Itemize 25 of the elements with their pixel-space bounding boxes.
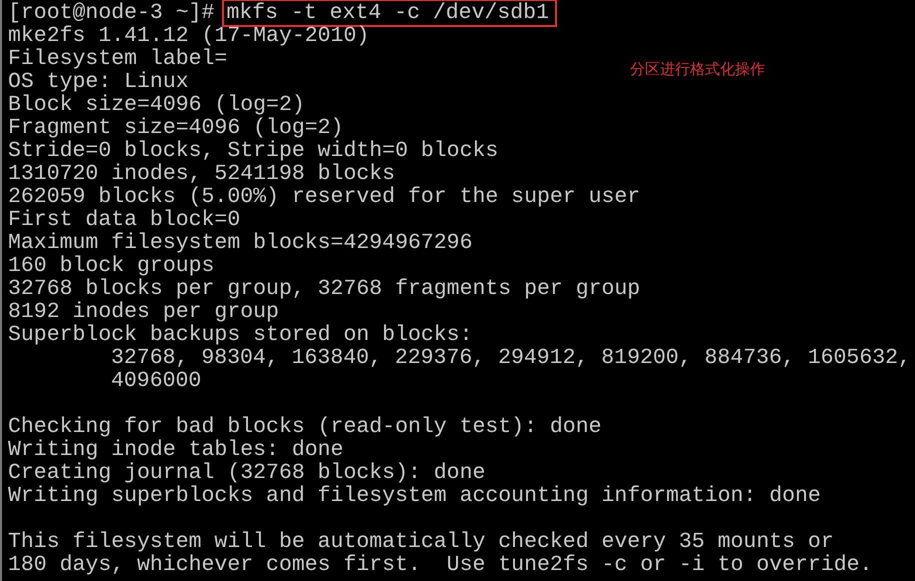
output-line: Writing superblocks and filesystem accounting information: done bbox=[8, 484, 821, 508]
output-line: 8192 inodes per group bbox=[8, 300, 279, 324]
output-line: First data block=0 bbox=[8, 208, 240, 232]
output-line: 262059 blocks (5.00%) reserved for the super user bbox=[8, 185, 640, 209]
output-line: Stride=0 blocks, Stripe width=0 blocks bbox=[8, 139, 498, 163]
output-line: Superblock backups stored on blocks: bbox=[8, 323, 472, 347]
output-line: OS type: Linux bbox=[8, 70, 189, 94]
output-line: 1310720 inodes, 5241198 blocks bbox=[8, 162, 396, 186]
shell-prompt: [root@node-3 ~]# bbox=[8, 1, 214, 25]
output-line: Creating journal (32768 blocks): done bbox=[8, 461, 486, 485]
output-line: Fragment size=4096 (log=2) bbox=[8, 116, 344, 140]
output-line: Filesystem label= bbox=[8, 47, 228, 71]
highlighted-command: mkfs -t ext4 -c /dev/sdb1 bbox=[222, 0, 557, 27]
output-line: Writing inode tables: done bbox=[8, 438, 344, 462]
output-line: 32768, 98304, 163840, 229376, 294912, 819200, 884736, 1605632, bbox=[111, 346, 911, 370]
output-line: 32768 blocks per group, 32768 fragments per group bbox=[8, 277, 640, 301]
annotation-text: 分区进行格式化操作 bbox=[630, 60, 765, 79]
output-line: Maximum filesystem blocks=4294967296 bbox=[8, 231, 472, 255]
output-line: This filesystem will be automatically checked every 35 mounts or bbox=[8, 530, 834, 554]
output-line: mke2fs 1.41.12 (17-May-2010) bbox=[8, 24, 370, 48]
output-line: 160 block groups bbox=[8, 254, 214, 278]
output-line: 180 days, whichever comes first. Use tune2fs -c or -i to override. bbox=[8, 553, 872, 577]
output-line: Checking for bad blocks (read-only test): done bbox=[8, 415, 602, 439]
output-line: Block size=4096 (log=2) bbox=[8, 93, 305, 117]
output-line: 4096000 bbox=[111, 369, 202, 393]
